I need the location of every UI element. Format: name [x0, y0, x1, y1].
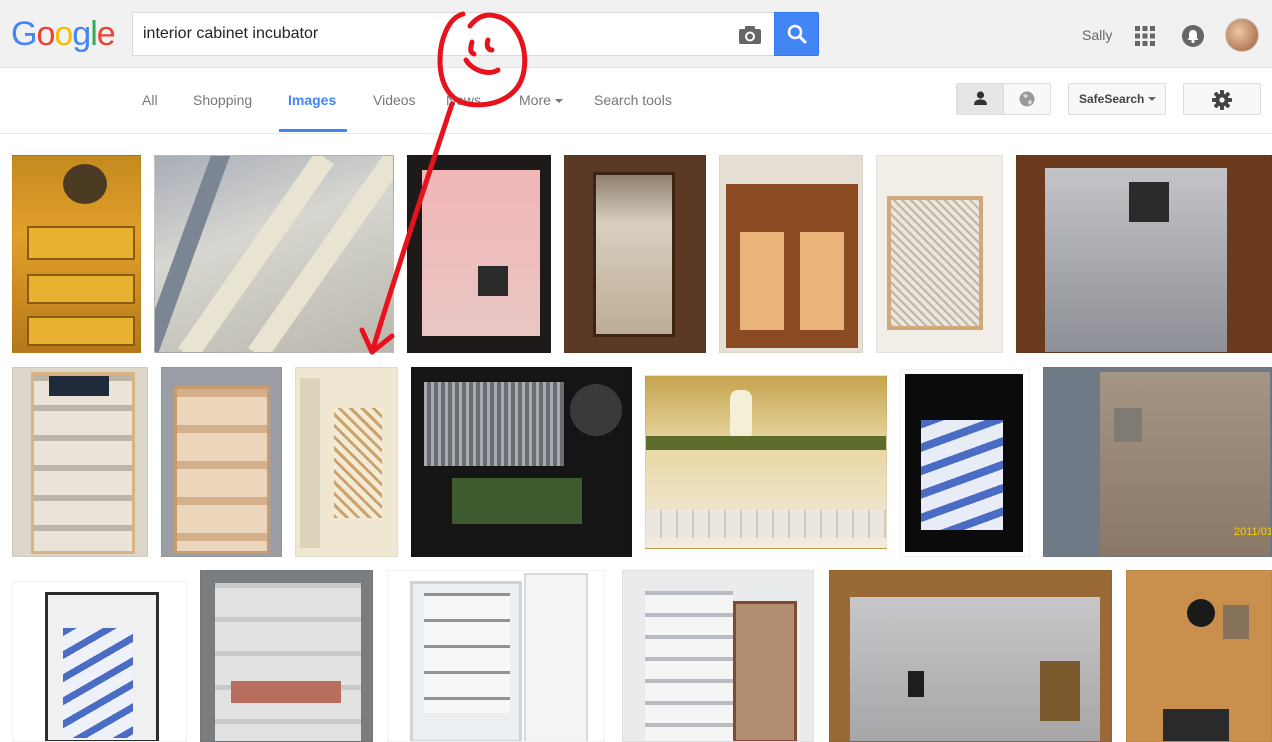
image-result[interactable] — [295, 367, 398, 557]
search-tabs-bar: All Shopping Images Videos News More Sea… — [0, 68, 1272, 134]
image-result[interactable] — [645, 375, 887, 549]
tab-news[interactable]: News — [446, 92, 481, 108]
user-name[interactable]: Sally — [1082, 27, 1112, 43]
logo-letter: G — [11, 15, 37, 53]
image-result[interactable] — [564, 155, 706, 353]
tab-all[interactable]: All — [142, 92, 158, 108]
image-result[interactable] — [12, 367, 148, 557]
image-result[interactable] — [876, 155, 1003, 353]
image-result[interactable] — [1016, 155, 1272, 353]
logo-letter: g — [72, 15, 91, 53]
avatar[interactable] — [1225, 18, 1259, 52]
chevron-down-icon — [554, 99, 563, 104]
google-logo[interactable]: Google — [11, 14, 116, 54]
bell-icon[interactable] — [1182, 25, 1204, 47]
image-result[interactable] — [12, 155, 141, 353]
tab-videos[interactable]: Videos — [373, 92, 416, 108]
image-result[interactable] — [1126, 570, 1272, 742]
google-images-page: Google interior cabinet incubator Sally — [0, 0, 1272, 742]
tab-more[interactable]: More — [519, 92, 563, 108]
logo-letter: e — [96, 15, 116, 53]
image-result[interactable] — [154, 155, 394, 353]
top-bar: Google interior cabinet incubator Sally — [0, 0, 1272, 68]
tab-more-label: More — [519, 92, 551, 108]
image-result[interactable] — [829, 570, 1112, 742]
magnifier-icon — [787, 24, 807, 44]
logo-letter: o — [36, 15, 55, 53]
image-result[interactable]: 2011/01/ — [1043, 367, 1272, 557]
image-result[interactable] — [900, 369, 1030, 557]
search-button[interactable] — [774, 12, 819, 56]
image-result[interactable] — [622, 570, 814, 742]
active-tab-indicator — [279, 129, 347, 132]
person-icon — [974, 91, 987, 105]
image-result[interactable] — [719, 155, 863, 353]
chevron-down-icon — [1148, 97, 1156, 101]
camera-icon[interactable] — [737, 24, 763, 46]
view-toggle — [956, 83, 1051, 115]
image-result[interactable] — [12, 581, 187, 742]
globe-icon — [1019, 91, 1035, 107]
grid-apps-icon[interactable] — [1135, 26, 1155, 46]
safesearch-label: SafeSearch — [1079, 92, 1145, 106]
personal-results-button[interactable] — [957, 84, 1004, 114]
image-result[interactable] — [161, 367, 282, 557]
gear-icon — [1212, 90, 1232, 110]
image-result[interactable] — [387, 570, 605, 742]
logo-letter: o — [54, 15, 73, 53]
photo-timestamp: 2011/01/ — [1234, 526, 1272, 538]
tab-search-tools[interactable]: Search tools — [594, 92, 672, 108]
image-result[interactable] — [200, 570, 373, 742]
image-result[interactable] — [407, 155, 551, 353]
safesearch-dropdown[interactable]: SafeSearch — [1068, 83, 1166, 115]
tab-images[interactable]: Images — [288, 92, 336, 108]
search-query-text[interactable]: interior cabinet incubator — [143, 25, 318, 43]
image-result[interactable] — [411, 367, 632, 557]
settings-button[interactable] — [1183, 83, 1261, 115]
global-results-button[interactable] — [1004, 84, 1050, 114]
search-input[interactable]: interior cabinet incubator — [132, 12, 775, 56]
tab-shopping[interactable]: Shopping — [193, 92, 252, 108]
